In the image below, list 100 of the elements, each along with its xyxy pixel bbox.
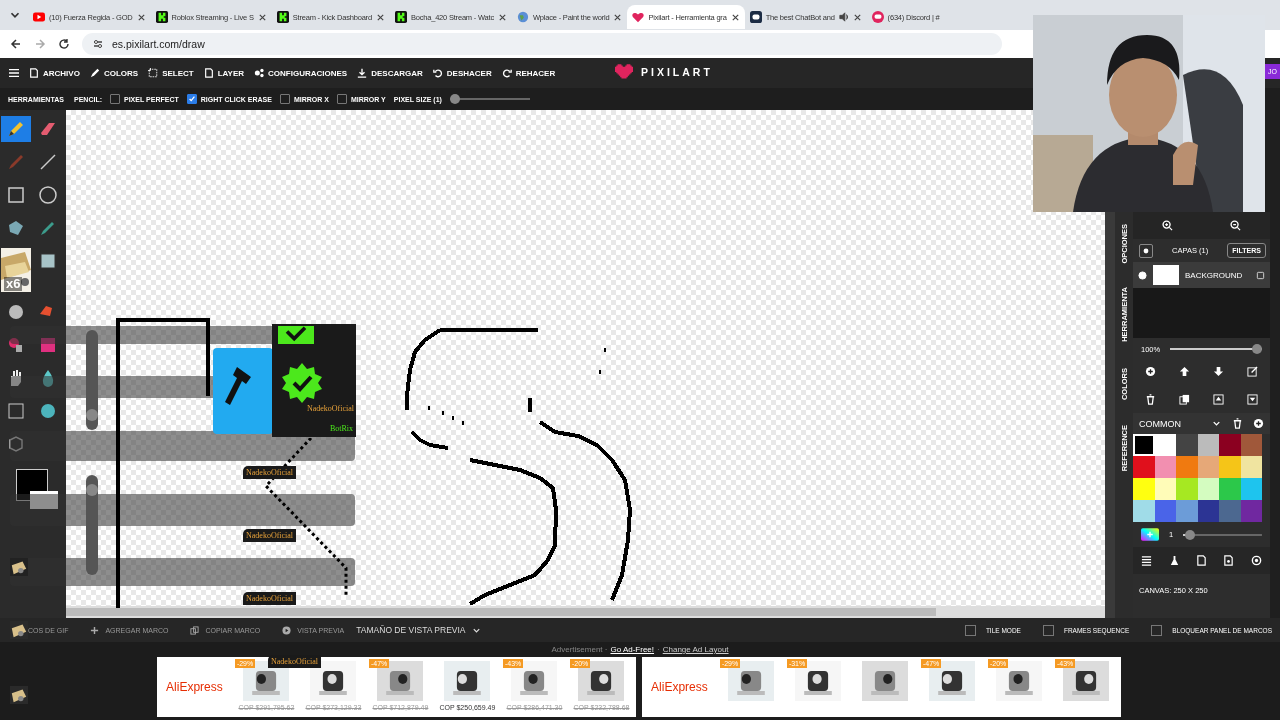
address-bar[interactable]: es.pixilart.com/draw	[82, 33, 1002, 55]
back-icon[interactable]	[10, 38, 22, 50]
color-swatch[interactable]	[1219, 500, 1241, 522]
vertical-scrollbar[interactable]	[1105, 212, 1115, 618]
color-swatch[interactable]	[1176, 434, 1198, 456]
color-swatch[interactable]	[1154, 500, 1176, 522]
blob-icon	[38, 401, 58, 421]
ad-free-link[interactable]: Go Ad-Free!	[610, 645, 655, 657]
color-swatch[interactable]	[1197, 478, 1219, 500]
color-swatch[interactable]	[1240, 500, 1262, 522]
color-swatch[interactable]	[1133, 456, 1155, 478]
checkmark-icon	[187, 95, 196, 103]
color-swatch[interactable]	[1219, 478, 1241, 500]
menu-button[interactable]: ARCHIVO	[29, 68, 80, 78]
close-icon[interactable]	[136, 12, 146, 22]
add-icon[interactable]	[1144, 366, 1156, 377]
color-swatch[interactable]	[1197, 500, 1219, 522]
file-icon[interactable]	[1196, 555, 1207, 566]
close-icon[interactable]	[613, 12, 623, 22]
zoom-out-icon[interactable]	[1230, 220, 1242, 231]
menu-button[interactable]: SELECT	[148, 68, 194, 78]
color-swatch[interactable]	[1240, 434, 1262, 456]
color-swatch[interactable]	[1176, 456, 1198, 478]
bot-name: BotRix	[329, 424, 353, 433]
merge-down-icon[interactable]	[1247, 394, 1259, 405]
chat-icon	[871, 11, 884, 23]
color-swatch[interactable]	[1197, 434, 1219, 456]
arrow-up-icon[interactable]	[1178, 366, 1190, 377]
drawing-canvas[interactable]	[66, 110, 1105, 618]
add-icon[interactable]	[1253, 418, 1264, 429]
letter-k-icon	[394, 11, 407, 23]
color-picker-icon[interactable]	[1141, 528, 1159, 541]
circle-icon	[38, 185, 58, 205]
layer-settings-button[interactable]	[1139, 243, 1153, 258]
list-icon[interactable]	[1141, 555, 1153, 566]
zoom-in-icon[interactable]	[1161, 220, 1173, 231]
file-icon[interactable]	[1223, 555, 1235, 566]
menu-button[interactable]: COLORS	[89, 68, 139, 78]
menu-button[interactable]: DESHACER	[432, 68, 492, 78]
close-icon[interactable]	[498, 12, 507, 22]
ad-layout-link[interactable]: Change Ad Layout	[662, 645, 729, 657]
brush-icon	[6, 152, 26, 172]
color-swatch[interactable]	[1133, 434, 1155, 456]
color-swatch[interactable]	[1176, 478, 1198, 500]
square-icon[interactable]	[1256, 270, 1265, 280]
pen-icon	[89, 68, 100, 78]
bucket-icon	[6, 218, 26, 238]
color-swatch[interactable]	[1154, 478, 1176, 500]
flask-icon[interactable]	[1168, 555, 1180, 566]
transform-icon	[6, 401, 26, 421]
color-swatch[interactable]	[1133, 478, 1155, 500]
visibility-dot-icon[interactable]	[1138, 270, 1147, 280]
speaker-icon[interactable]	[838, 12, 849, 22]
undo-icon	[432, 68, 443, 78]
line-icon	[38, 152, 58, 172]
trash-icon[interactable]	[1144, 394, 1156, 405]
menu-button[interactable]: LAYER	[203, 68, 245, 78]
user-name-tag: NadekoOficial	[268, 655, 322, 668]
merge-up-icon[interactable]	[1213, 394, 1225, 405]
image-file-icon	[29, 68, 39, 78]
horizontal-scrollbar[interactable]	[66, 606, 1105, 618]
target-icon[interactable]	[1250, 555, 1262, 566]
duplicate-icon[interactable]	[1178, 394, 1190, 405]
color-swatch[interactable]	[1240, 478, 1262, 500]
multiplier-text: x6	[4, 276, 23, 291]
download-icon	[357, 68, 368, 78]
color-swatch[interactable]	[1154, 456, 1176, 478]
menu-button[interactable]: DESCARGAR	[357, 68, 423, 78]
trash-icon[interactable]	[1232, 418, 1243, 429]
color-swatch[interactable]	[1219, 456, 1241, 478]
globe-icon	[517, 11, 529, 23]
color-swatch[interactable]	[1219, 434, 1241, 456]
pixilart-logo[interactable]: PIXILART	[615, 64, 713, 80]
user-name: NadekoOficial	[306, 404, 354, 413]
menu-button[interactable]: CONFIGURACIONES	[254, 68, 348, 78]
color-swatch[interactable]	[1176, 500, 1198, 522]
reload-icon[interactable]	[58, 38, 70, 50]
color-swatch[interactable]	[1133, 500, 1155, 522]
close-icon[interactable]	[730, 12, 740, 22]
close-icon[interactable]	[375, 12, 385, 22]
arrow-down-icon[interactable]	[1213, 366, 1225, 377]
close-icon[interactable]	[852, 12, 862, 22]
site-info-icon[interactable]	[92, 38, 104, 50]
pencil-icon	[6, 119, 26, 139]
layer-thumbnail	[1153, 265, 1179, 285]
user-name-tag: NadekoOficial	[243, 592, 297, 605]
color-swatch[interactable]	[1240, 456, 1262, 478]
preview-size-dropdown[interactable]: TAMAÑO DE VISTA PREVIA	[356, 625, 481, 635]
color-swatch[interactable]	[1154, 434, 1176, 456]
select-icon	[148, 68, 159, 78]
menu-button[interactable]: REHACER	[501, 68, 556, 78]
menu-icon[interactable]	[9, 68, 19, 78]
color-swatch[interactable]	[1197, 456, 1219, 478]
close-icon[interactable]	[257, 12, 267, 22]
layer-row[interactable]: BACKGROUND	[1133, 262, 1270, 288]
rectangle-icon	[6, 185, 26, 205]
heart-icon	[632, 11, 645, 23]
edit-icon[interactable]	[1247, 366, 1259, 377]
brand-name: AliExpress	[165, 680, 224, 694]
plus-icon	[90, 625, 100, 635]
